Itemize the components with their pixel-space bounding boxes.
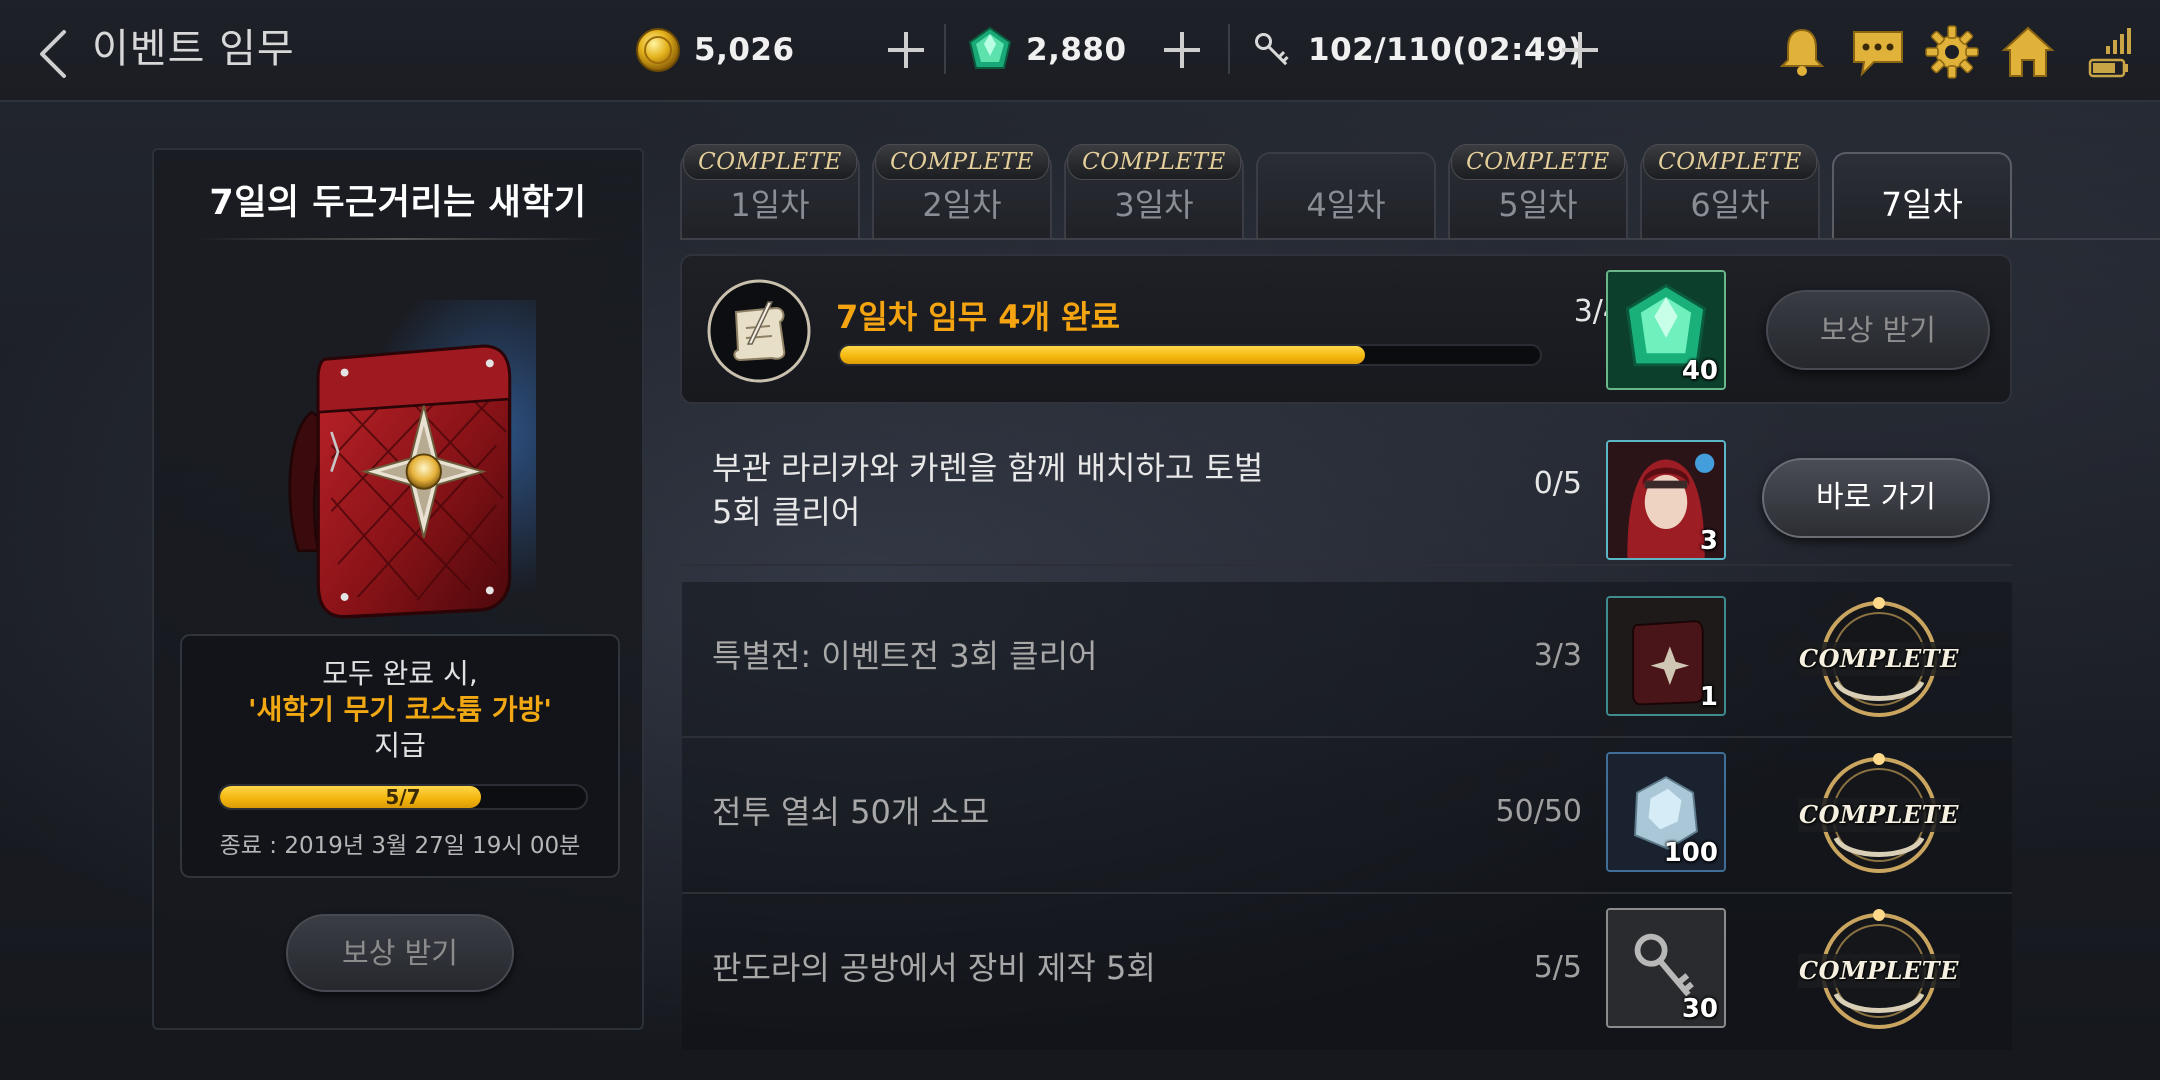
mission-reward-item[interactable]: 1 — [1606, 596, 1726, 716]
tab-label: 2일차 — [922, 186, 1002, 224]
divider — [1228, 24, 1230, 74]
tab-complete-badge: COMPLETE — [1643, 144, 1817, 180]
tab-day-4[interactable]: 4일차 — [1256, 152, 1436, 240]
reward-item-name: '새학기 무기 코스튬 가방' — [248, 693, 552, 726]
summary-progress-bar — [838, 344, 1542, 366]
gold-coin-icon — [636, 28, 680, 72]
chat-button[interactable] — [1850, 24, 1906, 80]
event-title: 7일의 두근거리는 새학기 — [209, 183, 587, 223]
event-progress-text: 5/7 — [385, 785, 421, 809]
divider — [944, 24, 946, 74]
bell-icon — [1779, 28, 1825, 76]
green-gem-icon — [968, 26, 1012, 69]
mission-row: 특별전: 이벤트전 3회 클리어 3/3 1 COMPLETE — [682, 582, 2012, 738]
mission-reward-item[interactable]: 3 — [1606, 440, 1726, 560]
tab-day-1[interactable]: COMPLETE 1일차 — [680, 144, 860, 240]
chat-icon — [1853, 31, 1903, 77]
summary-progress-fill — [840, 346, 1365, 364]
go-to-mission-button[interactable]: 바로 가기 — [1762, 458, 1990, 538]
mission-count: 3/3 — [1533, 638, 1582, 673]
chevron-left-icon — [40, 30, 66, 78]
event-progress-bar: 5/7 — [218, 784, 588, 810]
stamina-value: 102/110(02:49) — [1308, 32, 1583, 68]
tab-day-5[interactable]: COMPLETE 5일차 — [1448, 144, 1628, 240]
tab-label: 1일차 — [730, 186, 810, 224]
tab-label: 7일차 — [1881, 185, 1963, 224]
gold-display: 5,026 — [634, 22, 795, 78]
page-title: 이벤트 임무 — [92, 26, 295, 72]
complete-stamp: COMPLETE — [1794, 906, 1964, 1036]
mission-row: 판도라의 공방에서 장비 제작 5회 5/5 30 COMPLETE — [682, 894, 2012, 1050]
reward-quantity: 1 — [1699, 682, 1718, 712]
day-tabs: COMPLETE 1일차 COMPLETE 2일차 COMPLETE 3일차 4… — [680, 144, 2020, 240]
gear-icon — [1925, 25, 1979, 79]
event-end-date: 종료 : 2019년 3월 27일 19시 00분 — [219, 833, 581, 859]
complete-stamp: COMPLETE — [1794, 594, 1964, 724]
gem-value: 2,880 — [1026, 32, 1127, 68]
mission-text-line: 부관 라리카와 카렌을 함께 배치하고 토벌 — [712, 449, 1264, 487]
add-gold-button[interactable] — [884, 28, 928, 72]
tab-label: 3일차 — [1114, 186, 1194, 224]
tab-label: 6일차 — [1690, 186, 1770, 224]
tab-label: 4일차 — [1306, 186, 1386, 224]
signal-battery-indicator — [2082, 24, 2134, 80]
tab-complete-badge: COMPLETE — [683, 144, 857, 180]
event-claim-button[interactable]: 보상 받기 — [286, 914, 514, 992]
complete-stamp-text: COMPLETE — [1799, 644, 1959, 673]
divider — [680, 238, 2160, 240]
summary-count: 3/4 — [1573, 294, 1622, 329]
tab-day-7[interactable]: 7일차 — [1832, 152, 2012, 240]
mission-row: 부관 라리카와 카렌을 함께 배치하고 토벌 5회 클리어 0/5 3 바로 가… — [682, 410, 2012, 566]
home-icon — [2001, 26, 2055, 77]
event-reward-box: 모두 완료 시, '새학기 무기 코스튬 가방' 지급 5/7 종료 : 201… — [180, 634, 620, 878]
mission-text: 전투 열쇠 50개 소모 — [712, 793, 990, 831]
stamina-display: 102/110(02:49) — [1248, 22, 1583, 78]
tab-label: 5일차 — [1498, 186, 1578, 224]
reward-condition-text: 모두 완료 시, — [322, 657, 478, 690]
mission-text: 부관 라리카와 카렌을 함께 배치하고 토벌 5회 클리어 — [712, 446, 1263, 534]
gem-display: 2,880 — [966, 22, 1127, 78]
mission-count: 50/50 — [1495, 794, 1582, 829]
event-panel: 7일의 두근거리는 새학기 모두 완료 시, '새학기 무기 코스튬 가방' 지… — [152, 148, 644, 1030]
reward-grant-text: 지급 — [374, 729, 426, 762]
summary-reward-item[interactable]: 40 — [1606, 270, 1726, 390]
key-icon — [1255, 33, 1289, 66]
tab-complete-badge: COMPLETE — [875, 144, 1049, 180]
add-stamina-button[interactable] — [1558, 28, 1602, 72]
summary-claim-button[interactable]: 보상 받기 — [1766, 290, 1990, 370]
top-bar: 이벤트 임무 5,026 2,880 102/110(02:49) — [0, 0, 2160, 102]
home-button[interactable] — [2000, 24, 2056, 80]
tab-complete-badge: COMPLETE — [1067, 144, 1241, 180]
complete-stamp-text: COMPLETE — [1799, 956, 1959, 985]
tab-complete-badge: COMPLETE — [1451, 144, 1625, 180]
mission-count: 0/5 — [1533, 466, 1582, 501]
gold-value: 5,026 — [694, 32, 795, 68]
mission-count: 5/5 — [1533, 950, 1582, 985]
notification-button[interactable] — [1774, 24, 1830, 80]
tab-day-3[interactable]: COMPLETE 3일차 — [1064, 144, 1244, 240]
backpack-reward-image — [272, 300, 536, 630]
tab-day-6[interactable]: COMPLETE 6일차 — [1640, 144, 1820, 240]
tab-day-2[interactable]: COMPLETE 2일차 — [872, 144, 1052, 240]
mission-text: 특별전: 이벤트전 3회 클리어 — [712, 637, 1098, 675]
reward-quantity: 3 — [1699, 526, 1718, 556]
divider — [194, 238, 604, 240]
mission-text-line: 5회 클리어 — [712, 493, 861, 531]
reward-quantity: 40 — [1681, 356, 1718, 386]
complete-stamp: COMPLETE — [1794, 750, 1964, 880]
add-gem-button[interactable] — [1160, 28, 1204, 72]
reward-quantity: 100 — [1663, 838, 1718, 868]
reward-quantity: 30 — [1681, 994, 1718, 1024]
settings-button[interactable] — [1924, 24, 1980, 80]
mission-reward-item[interactable]: 100 — [1606, 752, 1726, 872]
mission-reward-item[interactable]: 30 — [1606, 908, 1726, 1028]
signal-battery-icon — [2088, 28, 2131, 78]
daily-summary-card: 7일차 임무 4개 완료 3/4 40 보상 받기 — [680, 254, 2012, 404]
mission-text: 판도라의 공방에서 장비 제작 5회 — [712, 949, 1156, 987]
back-button[interactable] — [30, 24, 80, 84]
complete-stamp-text: COMPLETE — [1799, 800, 1959, 829]
mission-row: 전투 열쇠 50개 소모 50/50 100 COMPLETE — [682, 738, 2012, 894]
scroll-quill-icon — [707, 279, 811, 383]
summary-title: 7일차 임무 4개 완료 — [836, 298, 1121, 336]
